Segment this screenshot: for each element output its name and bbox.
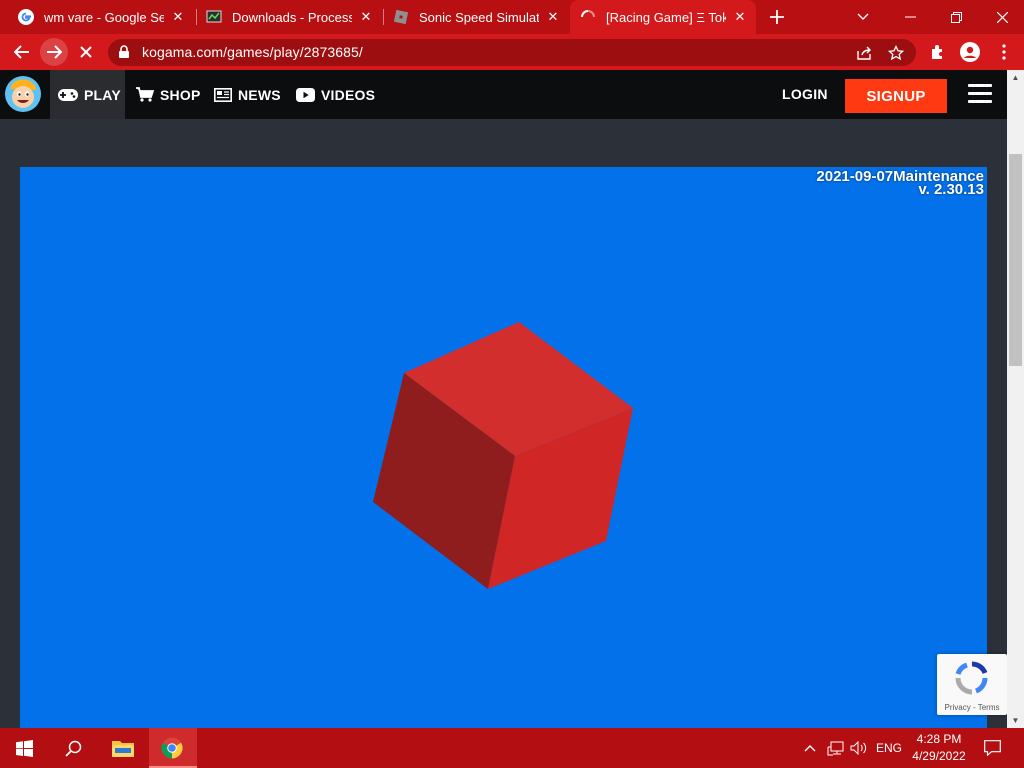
chrome-taskbar-button[interactable] bbox=[149, 728, 197, 768]
recaptcha-links[interactable]: Privacy - Terms bbox=[937, 703, 1007, 712]
close-icon[interactable]: ✕ bbox=[732, 9, 748, 25]
arrow-left-icon bbox=[14, 45, 29, 59]
arrow-right-icon bbox=[47, 45, 62, 59]
scrollbar-thumb[interactable] bbox=[1009, 154, 1022, 366]
google-icon bbox=[18, 9, 34, 25]
browser-menu-button[interactable] bbox=[990, 38, 1018, 66]
kogama-logo[interactable] bbox=[4, 75, 42, 113]
network-button[interactable] bbox=[824, 728, 846, 768]
tab-search-button[interactable] bbox=[850, 0, 876, 34]
file-explorer-button[interactable] bbox=[99, 728, 147, 768]
system-clock[interactable]: 4:28 PM 4/29/2022 bbox=[905, 731, 973, 765]
bookmark-star-icon[interactable] bbox=[886, 43, 906, 63]
kebab-menu-icon bbox=[1002, 44, 1006, 60]
start-button[interactable] bbox=[0, 728, 48, 768]
browser-tab-strip: wm vare - Google Sear ✕ Downloads - Proc… bbox=[0, 0, 1024, 34]
address-bar[interactable]: kogama.com/games/play/2873685/ bbox=[108, 39, 916, 66]
youtube-icon bbox=[296, 87, 315, 102]
login-link[interactable]: LOGIN bbox=[782, 86, 828, 102]
search-icon bbox=[64, 740, 81, 757]
back-button[interactable] bbox=[8, 38, 36, 66]
nav-videos[interactable]: VIDEOS bbox=[296, 70, 375, 119]
build-info: 2021-09-07Maintenance v. 2.30.13 bbox=[816, 169, 984, 197]
speaker-icon bbox=[850, 741, 867, 755]
puzzle-icon bbox=[932, 45, 942, 59]
notification-icon bbox=[983, 740, 1001, 756]
close-icon bbox=[996, 11, 1008, 23]
folder-icon bbox=[112, 741, 134, 757]
url-text[interactable]: kogama.com/games/play/2873685/ bbox=[142, 44, 363, 60]
avatar-icon bbox=[960, 42, 980, 62]
windows-taskbar: ENG 4:28 PM 4/29/2022 bbox=[0, 728, 1024, 768]
clock-date: 4/29/2022 bbox=[912, 749, 966, 763]
newspaper-icon bbox=[214, 87, 232, 102]
minimize-button[interactable] bbox=[888, 0, 932, 34]
windows-logo-icon bbox=[15, 739, 33, 757]
gamepad-icon bbox=[58, 88, 78, 101]
nav-shop-label: SHOP bbox=[160, 86, 201, 103]
plus-icon bbox=[770, 10, 784, 24]
scroll-up-arrow-icon[interactable]: ▲ bbox=[1011, 73, 1020, 82]
restore-icon bbox=[950, 11, 962, 23]
show-hidden-icons-button[interactable] bbox=[800, 728, 820, 768]
loading-cube bbox=[373, 322, 633, 589]
volume-button[interactable] bbox=[848, 728, 870, 768]
close-icon[interactable]: ✕ bbox=[545, 9, 561, 25]
tab-title: [Racing Game] Ξ Tokyo bbox=[606, 9, 726, 25]
hamburger-menu-icon[interactable] bbox=[968, 84, 992, 106]
new-tab-button[interactable] bbox=[764, 0, 790, 34]
tab-google-search[interactable]: wm vare - Google Sear ✕ bbox=[8, 0, 194, 34]
profile-button[interactable] bbox=[956, 38, 984, 66]
game-canvas[interactable]: 2021-09-07Maintenance v. 2.30.13 bbox=[20, 167, 987, 728]
chevron-down-icon bbox=[857, 13, 869, 20]
input-language-indicator[interactable]: ENG bbox=[876, 741, 902, 755]
process-hacker-icon bbox=[206, 9, 222, 25]
tab-racing-game[interactable]: [Racing Game] Ξ Tokyo ✕ bbox=[570, 0, 756, 34]
web-page: PLAY SHOP NEWS VIDEOS LOGIN SIGNUP 2021-… bbox=[0, 70, 1007, 728]
nav-news[interactable]: NEWS bbox=[214, 70, 281, 119]
share-icon[interactable] bbox=[854, 43, 874, 63]
nav-play-label: PLAY bbox=[84, 86, 121, 103]
scroll-down-arrow-icon[interactable]: ▼ bbox=[1011, 716, 1020, 725]
roblox-icon bbox=[393, 9, 409, 25]
page-scrollbar[interactable]: ▲ ▼ bbox=[1007, 70, 1024, 728]
recaptcha-icon bbox=[955, 661, 988, 695]
close-icon bbox=[80, 46, 92, 58]
tab-title: wm vare - Google Sear bbox=[44, 9, 164, 25]
site-navbar: PLAY SHOP NEWS VIDEOS LOGIN SIGNUP bbox=[0, 70, 1007, 119]
notifications-button[interactable] bbox=[978, 728, 1006, 768]
restore-button[interactable] bbox=[934, 0, 978, 34]
close-window-button[interactable] bbox=[980, 0, 1024, 34]
nav-news-label: NEWS bbox=[238, 86, 281, 103]
nav-videos-label: VIDEOS bbox=[321, 86, 376, 103]
browser-toolbar: kogama.com/games/play/2873685/ bbox=[0, 34, 1024, 70]
signup-button[interactable]: SIGNUP bbox=[845, 79, 947, 113]
chevron-up-icon bbox=[804, 745, 816, 752]
cart-icon bbox=[136, 87, 154, 102]
nav-play[interactable]: PLAY bbox=[50, 70, 125, 119]
recaptcha-badge[interactable]: Privacy - Terms bbox=[937, 654, 1007, 715]
tab-sonic-speed-simulator[interactable]: Sonic Speed Simulator ✕ bbox=[383, 0, 569, 34]
lock-icon[interactable] bbox=[118, 45, 130, 59]
nav-shop[interactable]: SHOP bbox=[136, 70, 200, 119]
extensions-button[interactable] bbox=[924, 38, 952, 66]
close-icon[interactable]: ✕ bbox=[358, 9, 374, 25]
tab-title: Downloads - Process H bbox=[232, 9, 352, 25]
tab-title: Sonic Speed Simulator bbox=[419, 9, 539, 25]
clock-time: 4:28 PM bbox=[916, 732, 962, 746]
tab-process-hacker[interactable]: Downloads - Process H ✕ bbox=[196, 0, 382, 34]
minimize-icon bbox=[904, 16, 916, 18]
chrome-icon bbox=[161, 737, 183, 759]
forward-button[interactable] bbox=[40, 38, 68, 66]
taskbar-search-button[interactable] bbox=[49, 728, 97, 768]
stop-loading-button[interactable] bbox=[72, 38, 100, 66]
loading-spinner-icon bbox=[580, 9, 596, 25]
close-icon[interactable]: ✕ bbox=[170, 9, 186, 25]
network-icon bbox=[827, 741, 843, 755]
